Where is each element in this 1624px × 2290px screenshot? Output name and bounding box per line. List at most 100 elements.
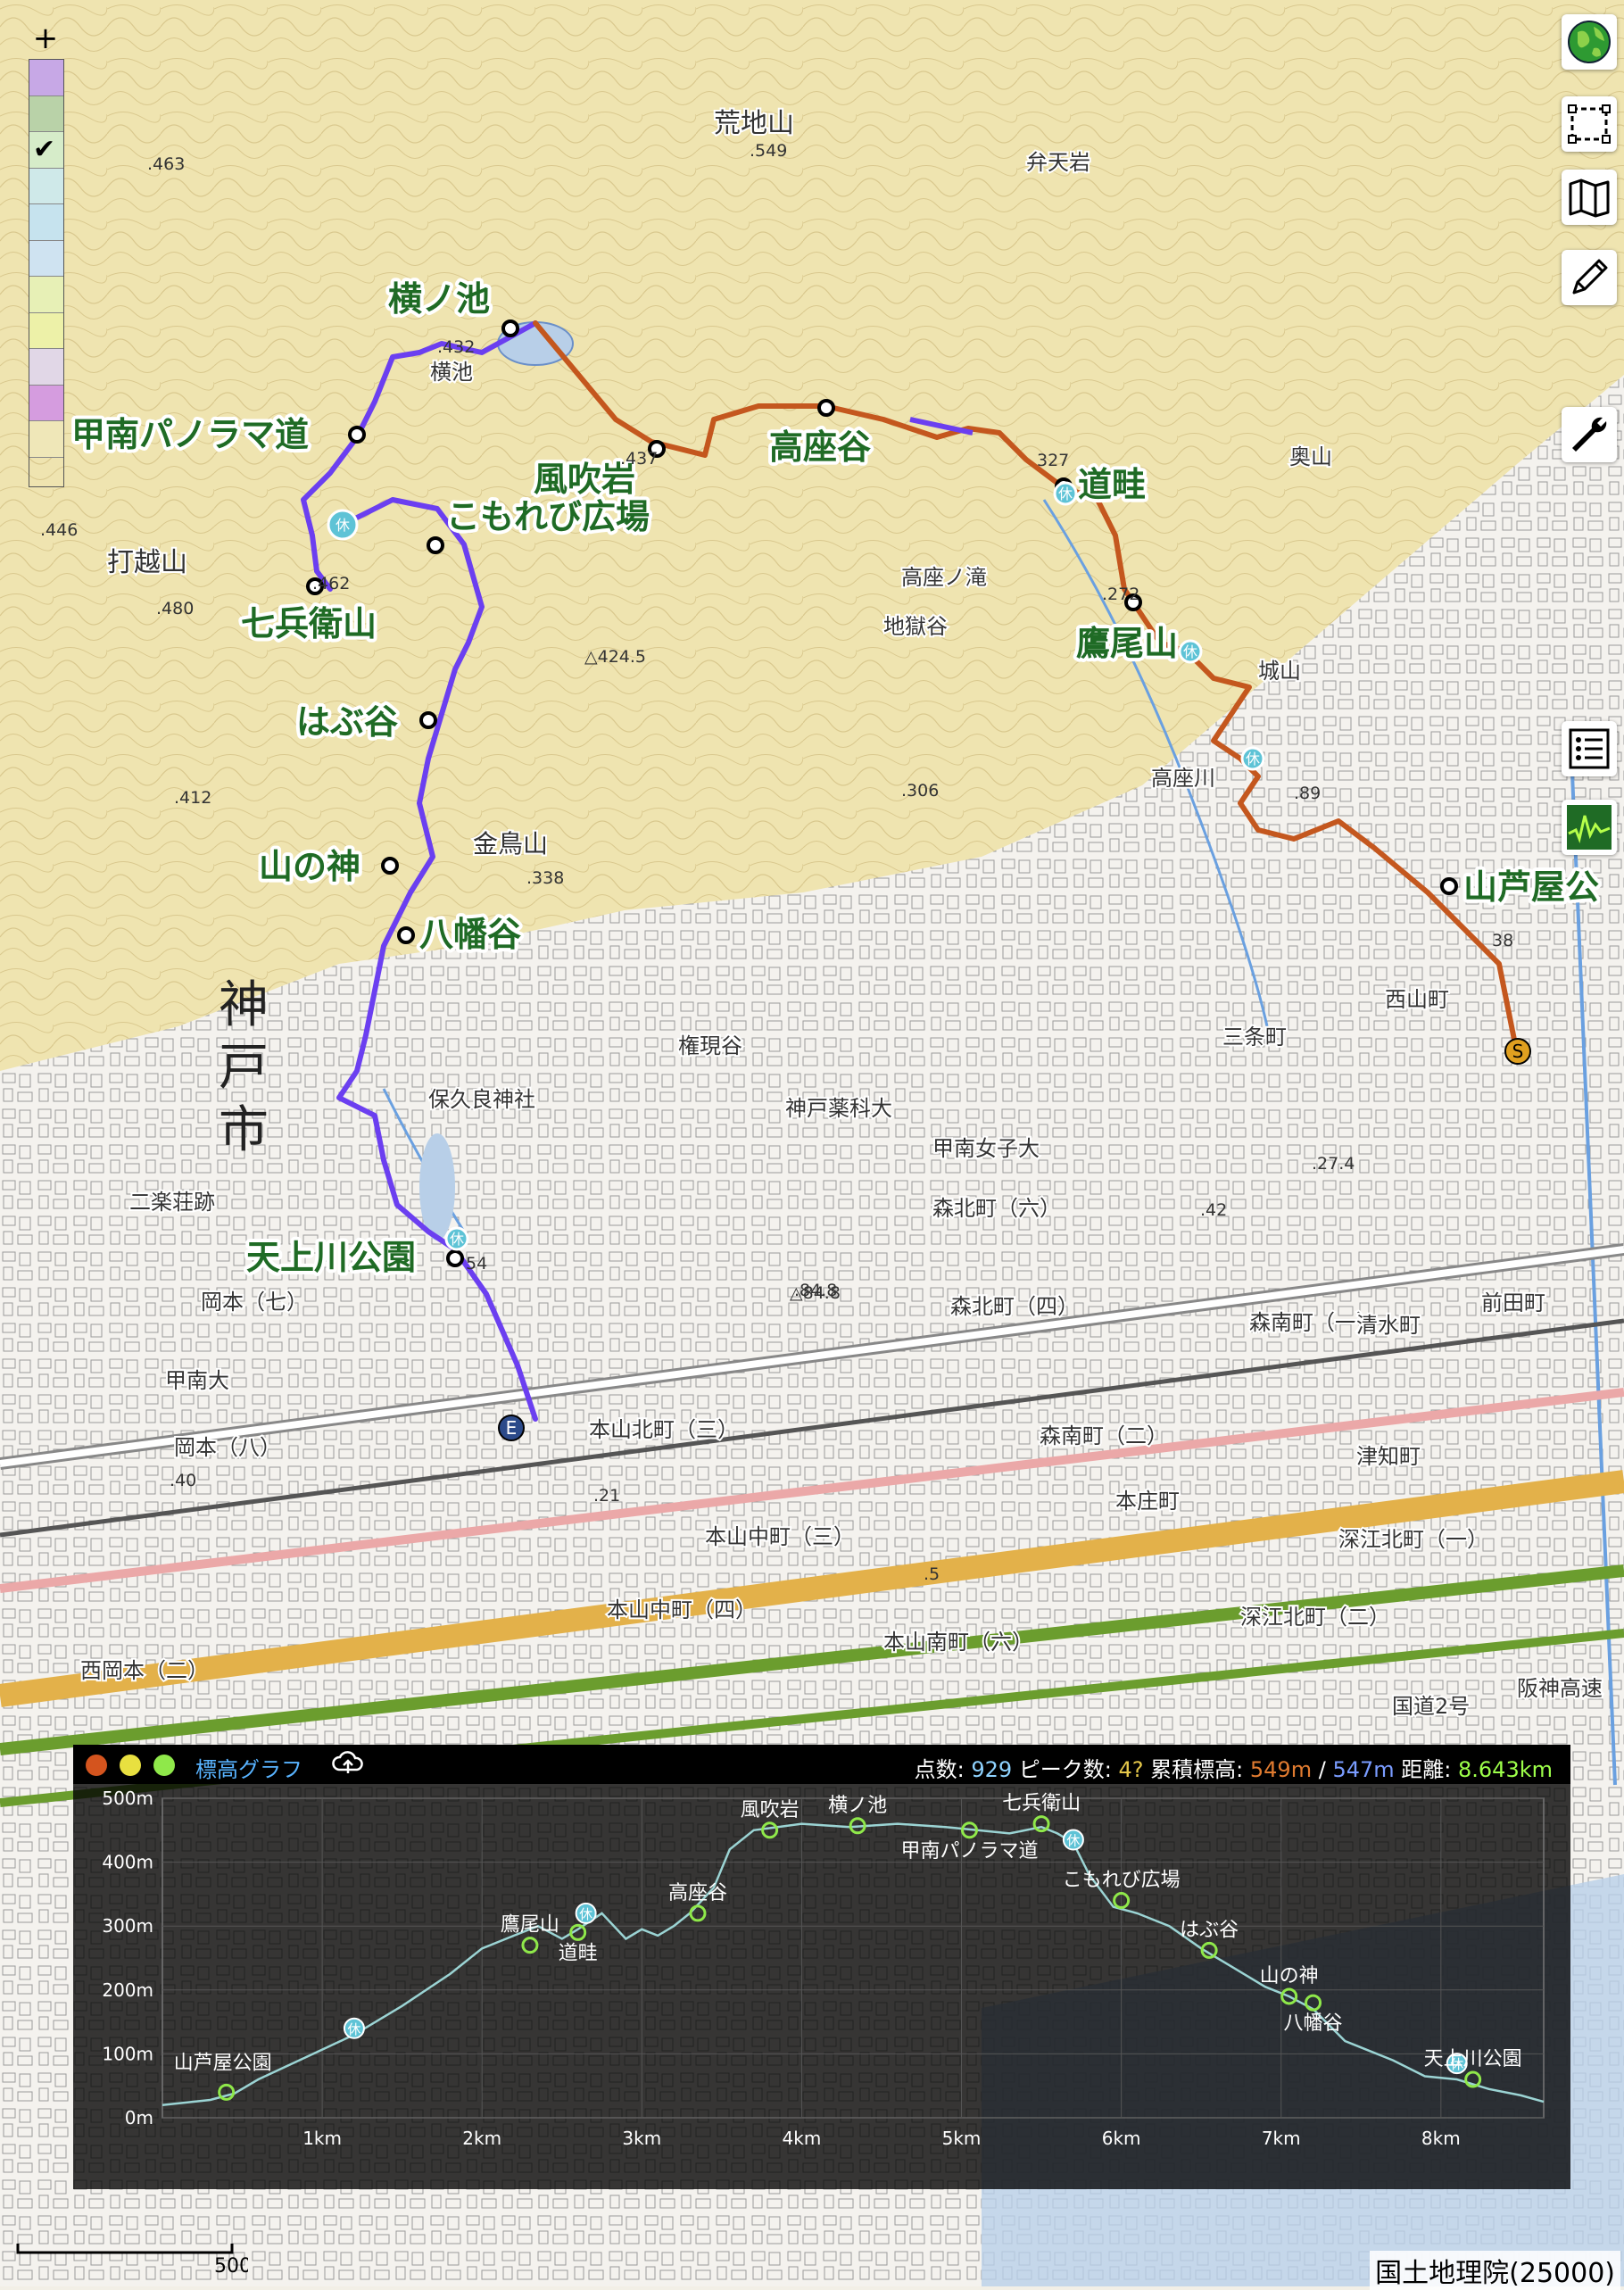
waypoint-label: 七兵衛山 xyxy=(241,604,377,643)
svg-text:地獄谷: 地獄谷 xyxy=(883,614,948,639)
maximize-dot-button[interactable] xyxy=(153,1755,175,1776)
elevation-color-legend[interactable]: ✔ xyxy=(29,59,64,487)
svg-text:甲南女子大: 甲南女子大 xyxy=(932,1136,1040,1161)
legend-swatch[interactable] xyxy=(29,349,63,386)
waypoint-label: 甲南パノラマ道 xyxy=(71,415,309,454)
svg-text:荒地山: 荒地山 xyxy=(714,108,794,139)
waypoint-label: 山芦屋公 xyxy=(1463,867,1599,907)
waypoint-marker xyxy=(689,1904,707,1922)
tools-button[interactable] xyxy=(1562,407,1617,462)
attribution: 国土地理院(25000) xyxy=(1370,2251,1620,2290)
svg-text:清水町: 清水町 xyxy=(1356,1313,1421,1338)
waypoint-label: 八幡谷 xyxy=(419,915,521,954)
svg-text:市: 市 xyxy=(219,1101,269,1159)
waypoint-label: 風吹岩 xyxy=(741,1799,800,1821)
cloud-upload-icon[interactable] xyxy=(332,1750,364,1777)
svg-text:権現谷: 権現谷 xyxy=(678,1033,742,1058)
svg-text:本山北町（三）: 本山北町（三） xyxy=(589,1417,739,1442)
point-count: 929 xyxy=(971,1757,1013,1782)
svg-text:54: 54 xyxy=(466,1254,487,1274)
legend-swatch[interactable]: ✔ xyxy=(29,132,63,169)
legend-swatch[interactable] xyxy=(29,312,63,349)
scale-bar: 500m xyxy=(16,2231,248,2276)
zoom-in-button[interactable]: + xyxy=(27,23,64,54)
waypoint-label: 天上川公園 xyxy=(1424,2048,1522,2070)
legend-swatch[interactable] xyxy=(29,95,63,132)
svg-text:38: 38 xyxy=(1492,931,1513,950)
svg-text:△424.5: △424.5 xyxy=(584,647,646,667)
waypoint-label: こもれび広場 xyxy=(446,497,650,536)
x-tick-label: 7km xyxy=(1262,2128,1301,2149)
legend-swatch[interactable] xyxy=(29,60,63,96)
svg-text:.27.4: .27.4 xyxy=(1312,1154,1355,1174)
svg-text:岡本（七）: 岡本（七） xyxy=(201,1290,308,1315)
rest-marker-label: 休 xyxy=(579,1906,592,1922)
legend-swatch[interactable] xyxy=(29,168,63,204)
select-area-button[interactable] xyxy=(1562,96,1617,152)
svg-text:森南町（二）: 森南町（二） xyxy=(1040,1423,1168,1448)
svg-text:西山町: 西山町 xyxy=(1385,987,1449,1012)
plot-frame xyxy=(162,1797,1545,2119)
x-tick-label: 3km xyxy=(622,2128,661,2149)
svg-text:.21: .21 xyxy=(593,1486,620,1506)
close-dot-button[interactable] xyxy=(86,1755,107,1776)
svg-text:城山: 城山 xyxy=(1258,659,1301,684)
svg-text:二楽荘跡: 二楽荘跡 xyxy=(129,1190,215,1215)
svg-text:保久良神社: 保久良神社 xyxy=(428,1087,535,1112)
ascent-value: 549m xyxy=(1249,1757,1313,1782)
pencil-icon xyxy=(1572,259,1608,295)
waypoint-label: 鷹尾山 xyxy=(1076,624,1178,663)
waypoint-label: 鷹尾山 xyxy=(501,1914,559,1937)
waypoint-label: こもれび広場 xyxy=(1063,1870,1181,1892)
svg-text:.446: .446 xyxy=(40,520,78,540)
waypoint-label: はぶ谷 xyxy=(1180,1919,1239,1941)
globe-button[interactable] xyxy=(1562,14,1617,70)
legend-swatch[interactable] xyxy=(29,277,63,313)
legend-swatch[interactable] xyxy=(29,385,63,421)
legend-swatch[interactable] xyxy=(29,240,63,277)
elevation-graph-button[interactable] xyxy=(1562,800,1617,855)
svg-text:戸: 戸 xyxy=(219,1039,269,1097)
minimize-dot-button[interactable] xyxy=(120,1755,141,1776)
elevation-graph-panel: 標高グラフ 点数: 929 ピーク数: 4? 累積標高: 549m / 547m… xyxy=(73,1745,1570,2189)
y-tick-label: 100m xyxy=(102,2043,153,2064)
waypoint-label: 横ノ池 xyxy=(828,1795,887,1817)
draw-button[interactable] xyxy=(1562,250,1617,305)
svg-text:本山中町（三）: 本山中町（三） xyxy=(705,1524,855,1549)
waypoint-label: 山の神 xyxy=(1260,1965,1319,1987)
svg-text:深江北町（一）: 深江北町（一） xyxy=(1338,1527,1488,1552)
elevation-graph-icon xyxy=(1567,805,1612,850)
waypoint-label: 甲南パノラマ道 xyxy=(900,1840,1038,1863)
waypoint-label: 七兵衛山 xyxy=(1002,1793,1081,1815)
elevation-chart[interactable]: 0m 100m 200m 300m 400m 500m 1km 2km 3km 4km 5km 6km… xyxy=(73,1784,1570,2189)
legend-swatch[interactable] xyxy=(29,204,63,241)
waypoint-label: 道畦 xyxy=(559,1942,598,1964)
list-icon xyxy=(1569,728,1610,769)
waypoint-label: 道畦 xyxy=(1078,465,1146,504)
track-list-button[interactable] xyxy=(1562,721,1617,776)
waypoint-label: 八幡谷 xyxy=(1284,2012,1343,2035)
svg-text:津知町: 津知町 xyxy=(1356,1444,1421,1469)
legend-swatch[interactable] xyxy=(29,421,63,458)
svg-text:深江北町（二）: 深江北町（二） xyxy=(1240,1605,1390,1630)
svg-text:打越山: 打越山 xyxy=(107,547,187,578)
x-tick-label: 1km xyxy=(302,2128,342,2149)
map-layer-button[interactable] xyxy=(1562,170,1617,225)
elevation-graph-title: 標高グラフ xyxy=(195,1757,302,1782)
y-tick-label: 400m xyxy=(102,1852,153,1873)
waypoint-marker xyxy=(218,2083,236,2101)
svg-text:休: 休 xyxy=(1058,485,1073,502)
svg-text:前田町: 前田町 xyxy=(1481,1290,1545,1315)
svg-text:国道2号: 国道2号 xyxy=(1392,1694,1470,1719)
svg-text:森北町（四）: 森北町（四） xyxy=(950,1294,1079,1319)
rest-marker-label: 休 xyxy=(347,2021,360,2037)
svg-text:.89: .89 xyxy=(1294,784,1321,803)
svg-text:.40: .40 xyxy=(170,1471,196,1490)
svg-text:.412: .412 xyxy=(174,788,211,808)
svg-text:高座ノ滝: 高座ノ滝 xyxy=(901,565,987,590)
elevation-graph-header: 標高グラフ 点数: 929 ピーク数: 4? 累積標高: 549m / 547m… xyxy=(73,1745,1570,1784)
svg-text:金鳥山: 金鳥山 xyxy=(473,829,548,859)
svg-text:△84.8: △84.8 xyxy=(790,1283,841,1303)
descent-value: 547m xyxy=(1332,1757,1395,1782)
waypoint-label: 高座谷 xyxy=(769,427,871,467)
